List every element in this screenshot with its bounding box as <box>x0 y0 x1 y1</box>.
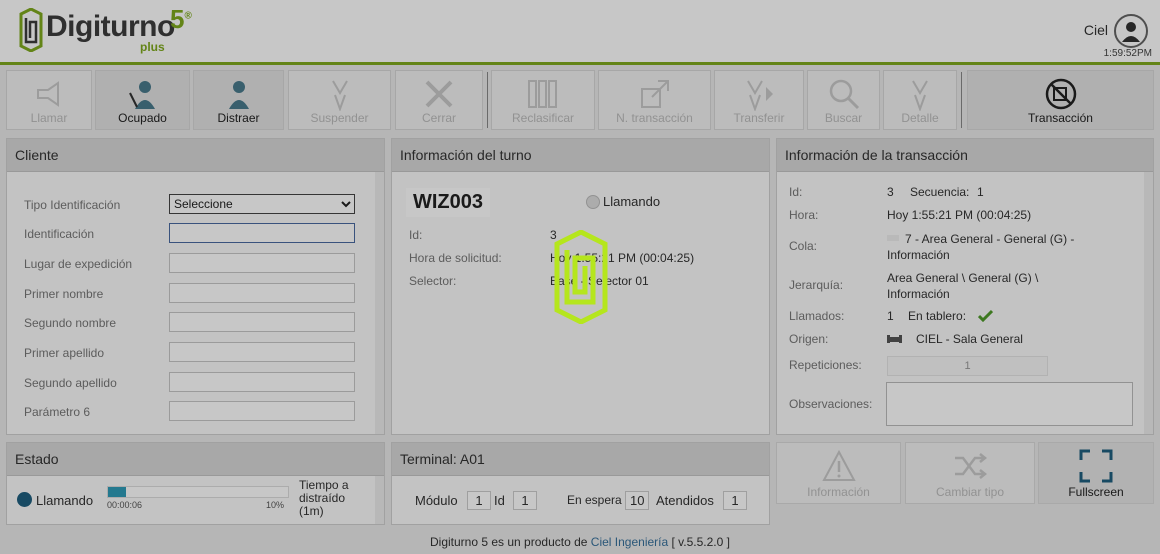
app-root: Digiturno 5® plus Ciel 1:59:52PM Llamar … <box>0 0 1160 554</box>
loading-overlay <box>0 0 1160 554</box>
loading-spinner-icon <box>554 230 608 324</box>
